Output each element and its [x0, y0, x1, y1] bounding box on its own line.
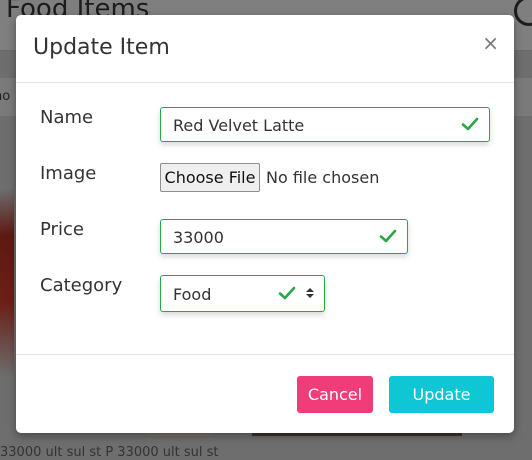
cancel-button[interactable]: Cancel [297, 376, 373, 413]
check-icon [379, 229, 397, 243]
modal-header: Update Item × [16, 15, 514, 83]
category-label: Category [40, 275, 123, 296]
file-status-text: No file chosen [266, 168, 380, 187]
name-input[interactable]: Red Velvet Latte [160, 107, 490, 142]
price-input[interactable]: 33000 [160, 219, 408, 254]
background-card-text: 33000 ult sul st P 33000 ult sul st [0, 445, 219, 460]
name-input-value: Red Velvet Latte [173, 116, 305, 135]
update-item-modal: Update Item × Name Red Velvet Latte Imag… [16, 15, 514, 433]
price-input-value: 33000 [173, 228, 224, 247]
close-icon[interactable]: × [482, 33, 499, 53]
category-select[interactable]: Food [160, 275, 325, 312]
update-button[interactable]: Update [389, 376, 494, 413]
modal-title: Update Item [33, 35, 170, 60]
image-label: Image [40, 163, 97, 184]
check-icon [278, 286, 296, 300]
category-selected-value: Food [173, 285, 212, 304]
name-label: Name [40, 107, 94, 128]
background-bar-text: no [0, 89, 11, 104]
select-arrows-icon [306, 288, 314, 298]
check-icon [461, 117, 479, 131]
modal-footer: Cancel Update [16, 354, 514, 434]
choose-file-button[interactable]: Choose File [160, 163, 260, 192]
price-label: Price [40, 219, 84, 240]
background-card-image [0, 188, 14, 378]
search-icon [514, 0, 532, 26]
